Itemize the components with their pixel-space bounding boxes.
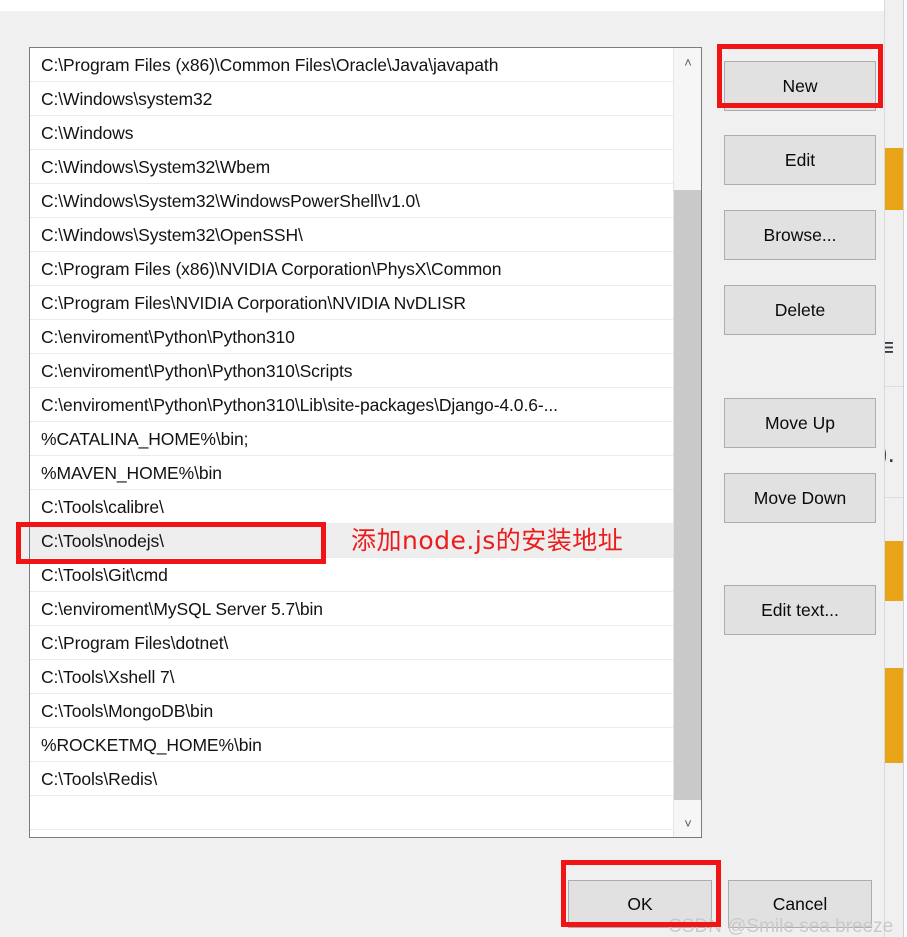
list-item[interactable]: C:\enviroment\Python\Python310\Lib\site-… [30,388,673,422]
move-down-button[interactable]: Move Down [724,473,876,523]
watermark: CSDN @Smile sea breeze [668,916,894,937]
edit-button[interactable]: Edit [724,135,876,185]
list-item[interactable]: C:\Windows\System32\OpenSSH\ [30,218,673,252]
list-item[interactable]: C:\Tools\Git\cmd [30,558,673,592]
list-item[interactable]: C:\Program Files (x86)\Common Files\Orac… [30,48,673,82]
annotation-text: 添加node.js的安装地址 [351,526,624,555]
new-button[interactable]: New [724,61,876,111]
list-item[interactable]: C:\Program Files\NVIDIA Corporation\NVID… [30,286,673,320]
background-glyph: ). [885,438,895,468]
list-item[interactable]: C:\Windows [30,116,673,150]
dialog-top-margin [0,0,884,11]
list-item[interactable]: %MAVEN_HOME%\bin [30,456,673,490]
list-item[interactable]: C:\Tools\calibre\ [30,490,673,524]
list-item[interactable]: C:\Program Files (x86)\NVIDIA Corporatio… [30,252,673,286]
path-list[interactable]: C:\Program Files (x86)\Common Files\Orac… [30,48,673,837]
vertical-scrollbar[interactable]: ˄ ˅ [673,48,701,837]
list-item[interactable]: C:\Windows\System32\Wbem [30,150,673,184]
list-item[interactable]: C:\Tools\Xshell 7\ [30,660,673,694]
scroll-up-icon[interactable]: ˄ [674,48,701,76]
background-window-edge [903,0,907,937]
environment-variable-dialog: C:\Program Files (x86)\Common Files\Orac… [0,0,893,937]
list-item[interactable]: C:\Tools\Redis\ [30,762,673,796]
list-item[interactable]: C:\enviroment\Python\Python310\Scripts [30,354,673,388]
list-item[interactable]: %ROCKETMQ_HOME%\bin [30,728,673,762]
list-item[interactable]: C:\enviroment\Python\Python310 [30,320,673,354]
edit-text-button[interactable]: Edit text... [724,585,876,635]
list-item[interactable]: C:\Tools\MongoDB\bin [30,694,673,728]
delete-button[interactable]: Delete [724,285,876,335]
list-item[interactable]: C:\Windows\system32 [30,82,673,116]
background-glyph: ≡ [885,332,894,363]
list-item[interactable]: C:\Windows\System32\WindowsPowerShell\v1… [30,184,673,218]
list-item[interactable]: C:\enviroment\MySQL Server 5.7\bin [30,592,673,626]
list-item[interactable] [30,796,673,830]
path-listbox[interactable]: C:\Program Files (x86)\Common Files\Orac… [29,47,702,838]
list-item[interactable]: C:\Program Files\dotnet\ [30,626,673,660]
scroll-down-icon[interactable]: ˅ [674,809,701,837]
move-up-button[interactable]: Move Up [724,398,876,448]
screen: ≡ ). C:\Program Files (x86)\Common Files… [0,0,907,937]
browse-button[interactable]: Browse... [724,210,876,260]
list-item[interactable]: %CATALINA_HOME%\bin; [30,422,673,456]
scrollbar-thumb[interactable] [674,190,701,800]
